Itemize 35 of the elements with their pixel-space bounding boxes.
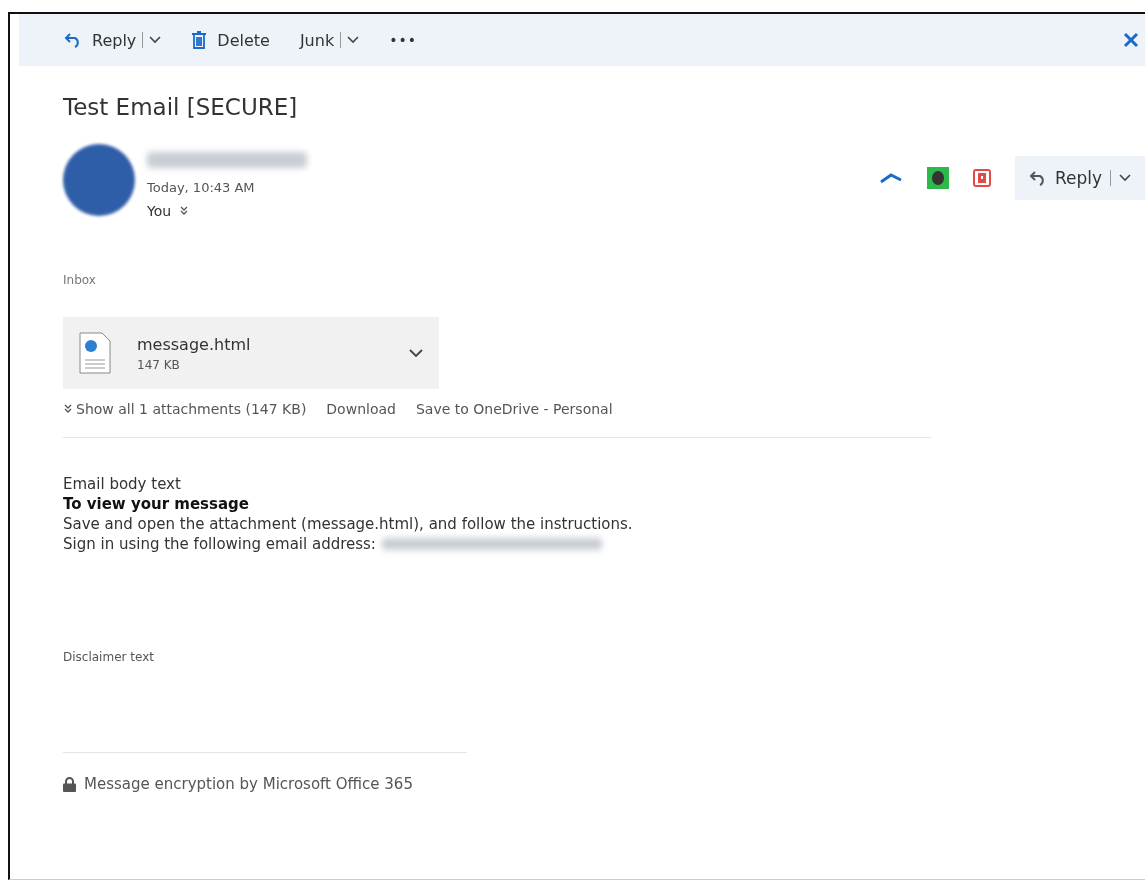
show-attachments-link[interactable]: Show all 1 attachments (147 KB) xyxy=(63,401,307,417)
caret-up-icon[interactable] xyxy=(878,172,903,184)
body-heading: To view your message xyxy=(63,494,250,514)
recipient: You xyxy=(147,203,172,219)
close-icon[interactable] xyxy=(1123,32,1139,48)
attachment-size: 147 KB xyxy=(137,357,181,372)
sent-time: Today, 10:43 AM xyxy=(147,180,256,195)
attachment-card[interactable]: message.html 147 KB xyxy=(63,317,439,389)
reply-button[interactable]: Reply xyxy=(64,30,162,50)
attachment-action-link[interactable]: Download xyxy=(326,401,396,417)
chevron-down-icon xyxy=(1119,174,1131,182)
body-text: Sign in using the following email address: xyxy=(63,534,376,554)
more-button[interactable]: ••• xyxy=(389,32,417,48)
double-chevron-icon[interactable] xyxy=(179,206,190,216)
reply-arrow-icon xyxy=(1028,170,1047,186)
chevron-down-icon[interactable] xyxy=(409,348,423,358)
body-text: Email body text xyxy=(63,474,182,494)
attachment-action-link[interactable]: Save to OneDrive - Personal xyxy=(415,401,613,417)
encryption-notice: Message encryption by Microsoft Office 365 xyxy=(84,775,413,793)
double-chevron-icon xyxy=(63,404,73,414)
email-subject: Test Email [SECURE] xyxy=(63,94,299,120)
html-file-icon xyxy=(79,332,111,374)
folder-label: Inbox xyxy=(63,273,97,287)
reply-arrow-icon xyxy=(64,32,82,48)
reply-button[interactable]: Reply xyxy=(1014,156,1145,200)
lock-icon xyxy=(63,776,76,792)
disclaimer-text: Disclaimer text xyxy=(63,650,155,664)
delete-button[interactable]: Delete xyxy=(191,30,270,50)
trash-icon xyxy=(191,31,208,49)
attachment-name: message.html xyxy=(137,334,251,354)
body-text: Save and open the attachment (message.html), and follow the instructions. xyxy=(63,514,634,534)
chevron-down-icon xyxy=(149,36,162,44)
junk-button[interactable]: Junk xyxy=(299,30,360,50)
chevron-down-icon xyxy=(347,36,360,44)
avatar xyxy=(63,144,135,216)
